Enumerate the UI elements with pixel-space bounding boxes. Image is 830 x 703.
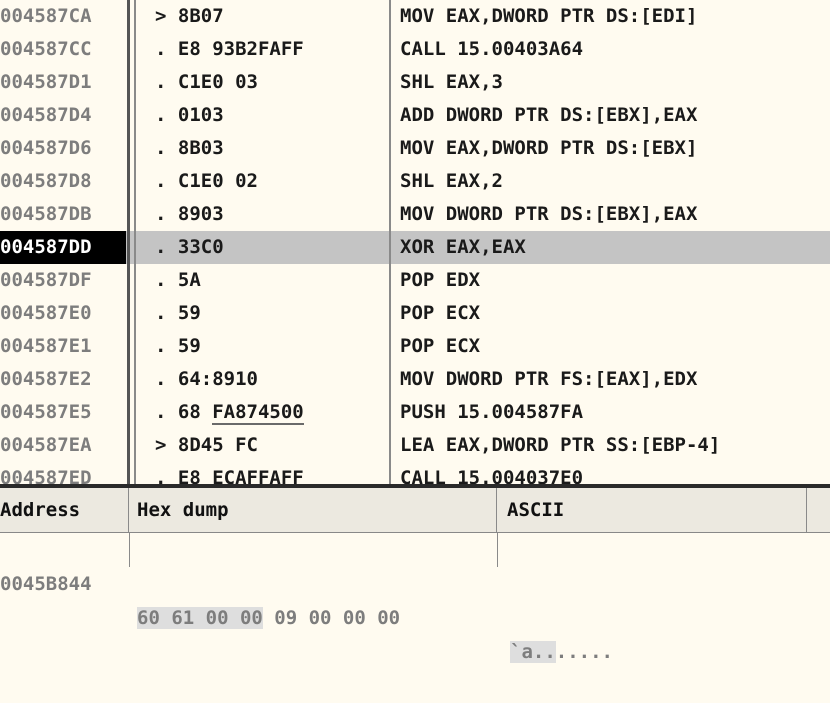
- disasm-row[interactable]: 004587E2 . 64:8910 MOV DWORD PTR FS:[EAX],…: [0, 363, 830, 396]
- disasm-row[interactable]: 004587E1 . 59 POP ECX: [0, 330, 830, 363]
- instruction-disassembly: CALL 15.004037E0: [400, 467, 584, 484]
- instruction-disassembly: SHL EAX,2: [400, 170, 503, 192]
- instruction-bytes-text: . E8 ECAFFAFF: [155, 467, 304, 484]
- instruction-disassembly: MOV DWORD PTR FS:[EAX],EDX: [400, 368, 698, 390]
- disassembly-pane[interactable]: 004587CA > 8B07 MOV EAX,DWORD PTR DS:[EDI]…: [0, 0, 830, 484]
- instruction-address: 004587CC: [0, 38, 92, 60]
- instruction-bytes: . 33C0: [155, 231, 224, 264]
- hex-dump-column-header[interactable]: Hex dump: [129, 488, 497, 532]
- instruction-bytes: . 8B03: [155, 132, 224, 165]
- instruction-disassembly: SHL EAX,3: [400, 71, 503, 93]
- instruction-address: 004587D8: [0, 170, 92, 192]
- instruction-address: 004587CA: [0, 5, 92, 27]
- instruction-address: 004587DB: [0, 203, 92, 225]
- instruction-address: 004587D6: [0, 137, 92, 159]
- instruction-bytes-text: . 59: [155, 335, 201, 357]
- instruction-address: 004587EA: [0, 434, 92, 456]
- address-column-header[interactable]: Address: [0, 488, 129, 532]
- instruction-bytes-text: . 59: [155, 302, 201, 324]
- instruction-bytes-text: . 8B03: [155, 137, 224, 159]
- instruction-disassembly: MOV EAX,DWORD PTR DS:[EDI]: [400, 5, 698, 27]
- instruction-address: 004587E2: [0, 368, 92, 390]
- instruction-bytes: . 8903: [155, 198, 224, 231]
- dump-address: 0045B844: [0, 573, 92, 595]
- dump-bytes-highlighted: 60 61 00 00: [137, 607, 263, 629]
- column-divider-hex: [389, 0, 391, 484]
- disasm-row[interactable]: 004587CC . E8 93B2FAFF CALL 15.00403A64: [0, 33, 830, 66]
- dump-ascii: `a.......: [510, 635, 613, 669]
- disasm-row[interactable]: 004587ED . E8 ECAFFAFF CALL 15.004037E0: [0, 462, 830, 484]
- disasm-row[interactable]: 004587DD . 33C0 XOR EAX,EAX: [0, 231, 830, 264]
- instruction-bytes-text: . C1E0 02: [155, 170, 258, 192]
- disasm-row[interactable]: 004587EA > 8D45 FC LEA EAX,DWORD PTR SS:[E…: [0, 429, 830, 462]
- instruction-bytes: . 0103: [155, 99, 224, 132]
- instruction-address: 004587DD: [0, 231, 126, 264]
- disasm-row[interactable]: 004587DB . 8903 MOV DWORD PTR DS:[EBX],EAX: [0, 198, 830, 231]
- instruction-bytes: . 5A: [155, 264, 201, 297]
- instruction-bytes: . 59: [155, 330, 201, 363]
- instruction-disassembly: PUSH 15.004587FA: [400, 401, 584, 423]
- instruction-disassembly: LEA EAX,DWORD PTR SS:[EBP-4]: [400, 434, 721, 456]
- disasm-row[interactable]: 004587CA > 8B07 MOV EAX,DWORD PTR DS:[EDI]: [0, 0, 830, 33]
- disasm-row[interactable]: 004587D4 . 0103 ADD DWORD PTR DS:[EBX],EAX: [0, 99, 830, 132]
- instruction-disassembly: MOV EAX,DWORD PTR DS:[EBX]: [400, 137, 698, 159]
- instruction-bytes-text: . 33C0: [155, 236, 224, 258]
- instruction-address: 004587D1: [0, 71, 92, 93]
- instruction-disassembly: XOR EAX,EAX: [400, 236, 526, 258]
- instruction-disassembly: POP ECX: [400, 335, 481, 357]
- dump-header: Address Hex dump ASCII: [0, 488, 830, 533]
- disasm-row[interactable]: 004587D1 . C1E0 03 SHL EAX,3: [0, 66, 830, 99]
- extra-column-header[interactable]: [807, 488, 830, 532]
- instruction-bytes-text: . C1E0 03: [155, 71, 258, 93]
- disasm-row[interactable]: 004587E5 . 68 FA874500 PUSH 15.004587FA: [0, 396, 830, 429]
- instruction-disassembly: ADD DWORD PTR DS:[EBX],EAX: [400, 104, 698, 126]
- instruction-bytes: . 64:8910: [155, 363, 258, 396]
- instruction-address: 004587E0: [0, 302, 92, 324]
- ascii-column-header[interactable]: ASCII: [497, 488, 807, 532]
- instruction-bytes: . C1E0 03: [155, 66, 258, 99]
- dump-ascii-highlighted: `a..: [510, 641, 556, 663]
- instruction-bytes-text: > 8B07: [155, 5, 224, 27]
- instruction-bytes: . E8 ECAFFAFF: [155, 462, 304, 484]
- dump-bytes-rest: 09 00 00 00: [262, 607, 401, 629]
- instruction-address: 004587DF: [0, 269, 92, 291]
- column-divider-address-2: [134, 0, 136, 484]
- instruction-bytes-text: . 64:8910: [155, 368, 258, 390]
- instruction-bytes-text: . 0103: [155, 104, 224, 126]
- instruction-bytes-text: . 5A: [155, 269, 201, 291]
- hex-dump-pane[interactable]: Address Hex dump ASCII 0045B844 60 61 00…: [0, 488, 830, 663]
- instruction-bytes: . C1E0 02: [155, 165, 258, 198]
- instruction-bytes-text: . 8903: [155, 203, 224, 225]
- instruction-bytes-text: . 68: [155, 401, 213, 423]
- instruction-address: 004587ED: [0, 467, 92, 484]
- instruction-bytes-text: . E8 93B2FAFF: [155, 38, 304, 60]
- instruction-address: 004587D4: [0, 104, 92, 126]
- instruction-address: 004587E1: [0, 335, 92, 357]
- disasm-row[interactable]: 004587E0 . 59 POP ECX: [0, 297, 830, 330]
- instruction-bytes: . E8 93B2FAFF: [155, 33, 304, 66]
- instruction-bytes: > 8B07: [155, 0, 224, 33]
- disasm-row[interactable]: 004587D8 . C1E0 02 SHL EAX,2: [0, 165, 830, 198]
- instruction-disassembly: POP ECX: [400, 302, 481, 324]
- disasm-row[interactable]: 004587DF . 5A POP EDX: [0, 264, 830, 297]
- instruction-disassembly: CALL 15.00403A64: [400, 38, 584, 60]
- instruction-disassembly: POP EDX: [400, 269, 481, 291]
- column-divider-address: [127, 0, 130, 484]
- instruction-disassembly: MOV DWORD PTR DS:[EBX],EAX: [400, 203, 698, 225]
- instruction-bytes-text: > 8D45 FC: [155, 434, 258, 456]
- instruction-address: 004587E5: [0, 401, 92, 423]
- dump-bytes: 60 61 00 00 09 00 00 00: [137, 601, 400, 635]
- instruction-bytes: . 68 FA874500: [155, 396, 304, 429]
- instruction-bytes: > 8D45 FC: [155, 429, 258, 462]
- dump-ascii-rest: .....: [555, 641, 613, 663]
- dump-row[interactable]: 0045B844 60 61 00 00 09 00 00 00 `a.....…: [0, 533, 830, 663]
- instruction-bytes: . 59: [155, 297, 201, 330]
- instruction-bytes-reference: FA874500: [212, 401, 304, 425]
- disasm-row[interactable]: 004587D6 . 8B03 MOV EAX,DWORD PTR DS:[EBX]: [0, 132, 830, 165]
